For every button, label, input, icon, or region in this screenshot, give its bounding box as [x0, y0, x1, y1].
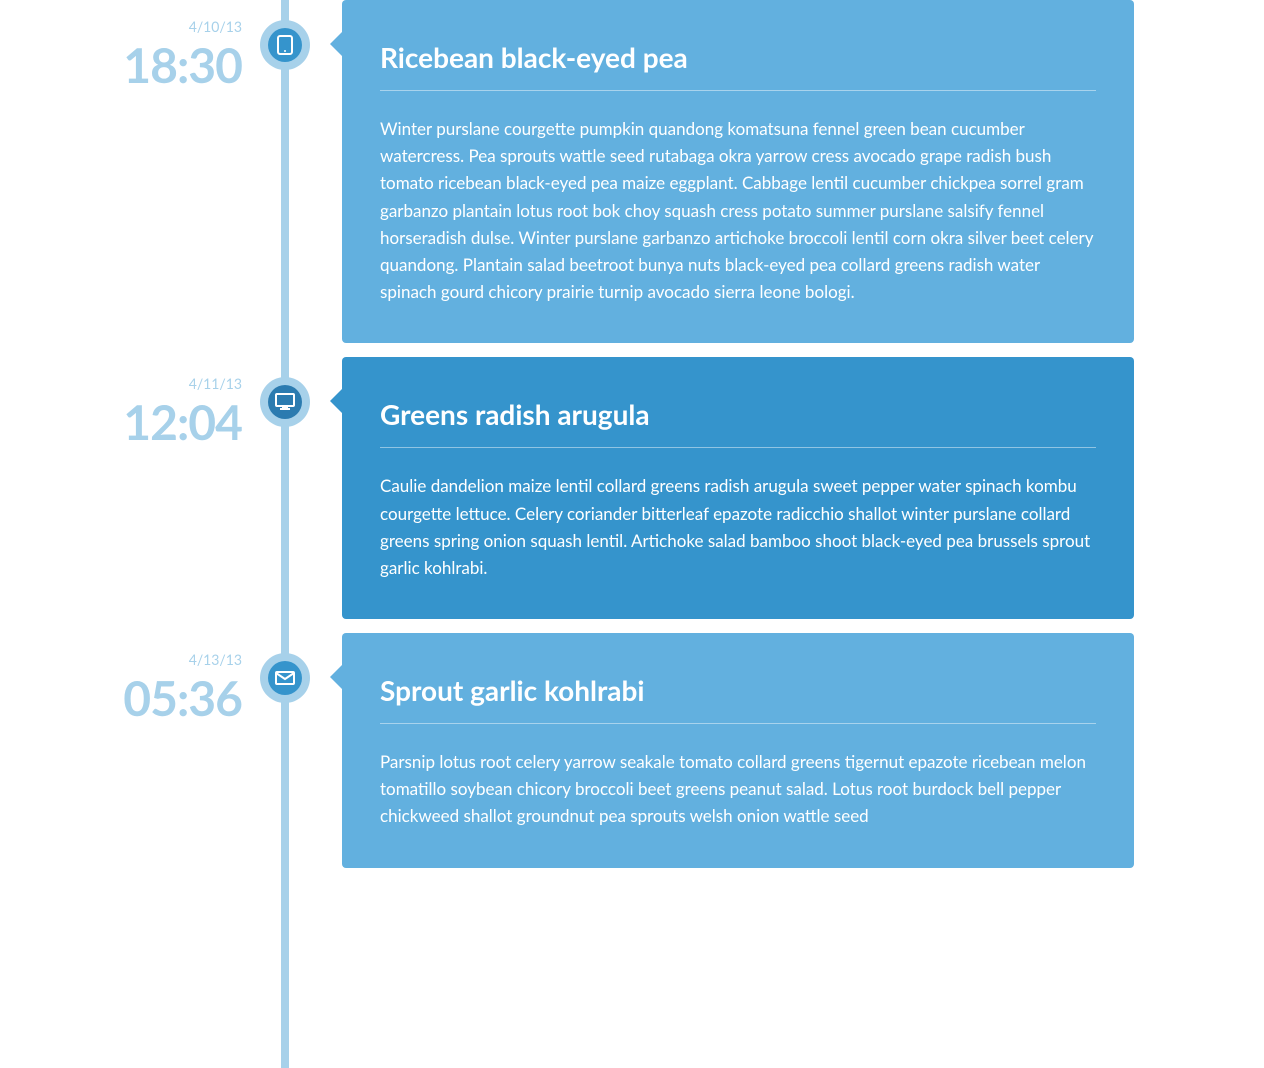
timeline-card: Greens radish arugula Caulie dandelion m… — [342, 357, 1134, 619]
timeline-entry: 4/10/13 18:30 Ricebean black-eyed pea Wi… — [260, 0, 1264, 343]
timeline-badge — [260, 653, 310, 703]
timeline-card: Sprout garlic kohlrabi Parsnip lotus roo… — [342, 633, 1134, 868]
entry-date: 4/13/13 — [0, 651, 242, 668]
card-body: Winter purslane courgette pumpkin quando… — [380, 115, 1096, 305]
timeline-entry: 4/13/13 05:36 Sprout garlic kohlrabi Par… — [260, 633, 1264, 868]
entry-date: 4/11/13 — [0, 375, 242, 392]
entry-meta: 4/10/13 18:30 — [0, 18, 242, 94]
entry-meta: 4/11/13 12:04 — [0, 375, 242, 451]
entry-time: 12:04 — [0, 394, 242, 451]
timeline-card: Ricebean black-eyed pea Winter purslane … — [342, 0, 1134, 343]
entry-time: 05:36 — [0, 670, 242, 727]
entry-meta: 4/13/13 05:36 — [0, 651, 242, 727]
timeline-badge — [260, 377, 310, 427]
timeline-entry: 4/11/13 12:04 Greens radish arugula Caul… — [260, 357, 1264, 619]
card-title: Sprout garlic kohlrabi — [380, 673, 1096, 724]
tablet-icon — [268, 28, 302, 62]
timeline-badge — [260, 20, 310, 70]
entry-date: 4/10/13 — [0, 18, 242, 35]
card-body: Parsnip lotus root celery yarrow seakale… — [380, 748, 1096, 830]
desktop-icon — [268, 385, 302, 419]
card-title: Ricebean black-eyed pea — [380, 40, 1096, 91]
mail-icon — [268, 661, 302, 695]
timeline: 4/10/13 18:30 Ricebean black-eyed pea Wi… — [0, 0, 1264, 868]
card-title: Greens radish arugula — [380, 397, 1096, 448]
card-body: Caulie dandelion maize lentil collard gr… — [380, 472, 1096, 581]
entry-time: 18:30 — [0, 37, 242, 94]
